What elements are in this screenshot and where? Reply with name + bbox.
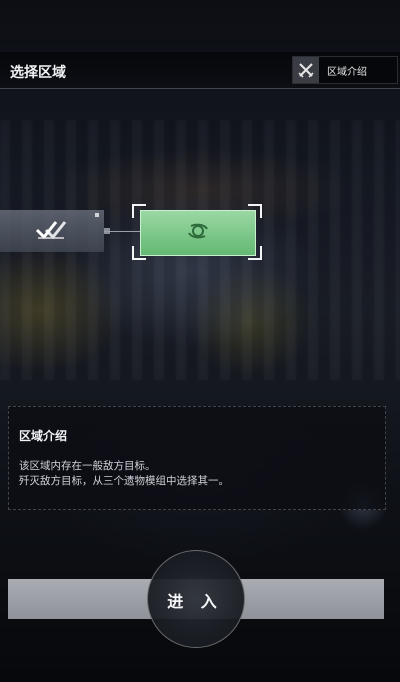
- info-panel-title: 区域介绍: [19, 429, 68, 443]
- node-marker-icon: [95, 213, 99, 217]
- map-node-completed[interactable]: [0, 210, 104, 252]
- area-intro-button-label: 区域介绍: [327, 66, 367, 78]
- area-info-panel: 区域介绍 该区域内存在一般敌方目标。 歼灭敌方目标，从三个遗物模组中选择其一。: [8, 406, 386, 510]
- page-title: 选择区域: [10, 65, 66, 81]
- target-orbit-icon: [186, 221, 210, 245]
- double-check-icon: [34, 217, 70, 245]
- area-intro-button[interactable]: 区域介绍: [292, 56, 398, 84]
- crossed-swords-icon: [293, 57, 319, 83]
- map-node-selected[interactable]: [132, 204, 262, 260]
- selected-node-card: [140, 210, 256, 256]
- description-line: 该区域内存在一般敌方目标。: [19, 460, 156, 472]
- enter-button-label[interactable]: 进 入: [147, 588, 243, 612]
- info-panel-description: 该区域内存在一般敌方目标。 歼灭敌方目标，从三个遗物模组中选择其一。: [19, 459, 229, 489]
- description-line: 歼灭敌方目标，从三个遗物模组中选择其一。: [19, 475, 229, 487]
